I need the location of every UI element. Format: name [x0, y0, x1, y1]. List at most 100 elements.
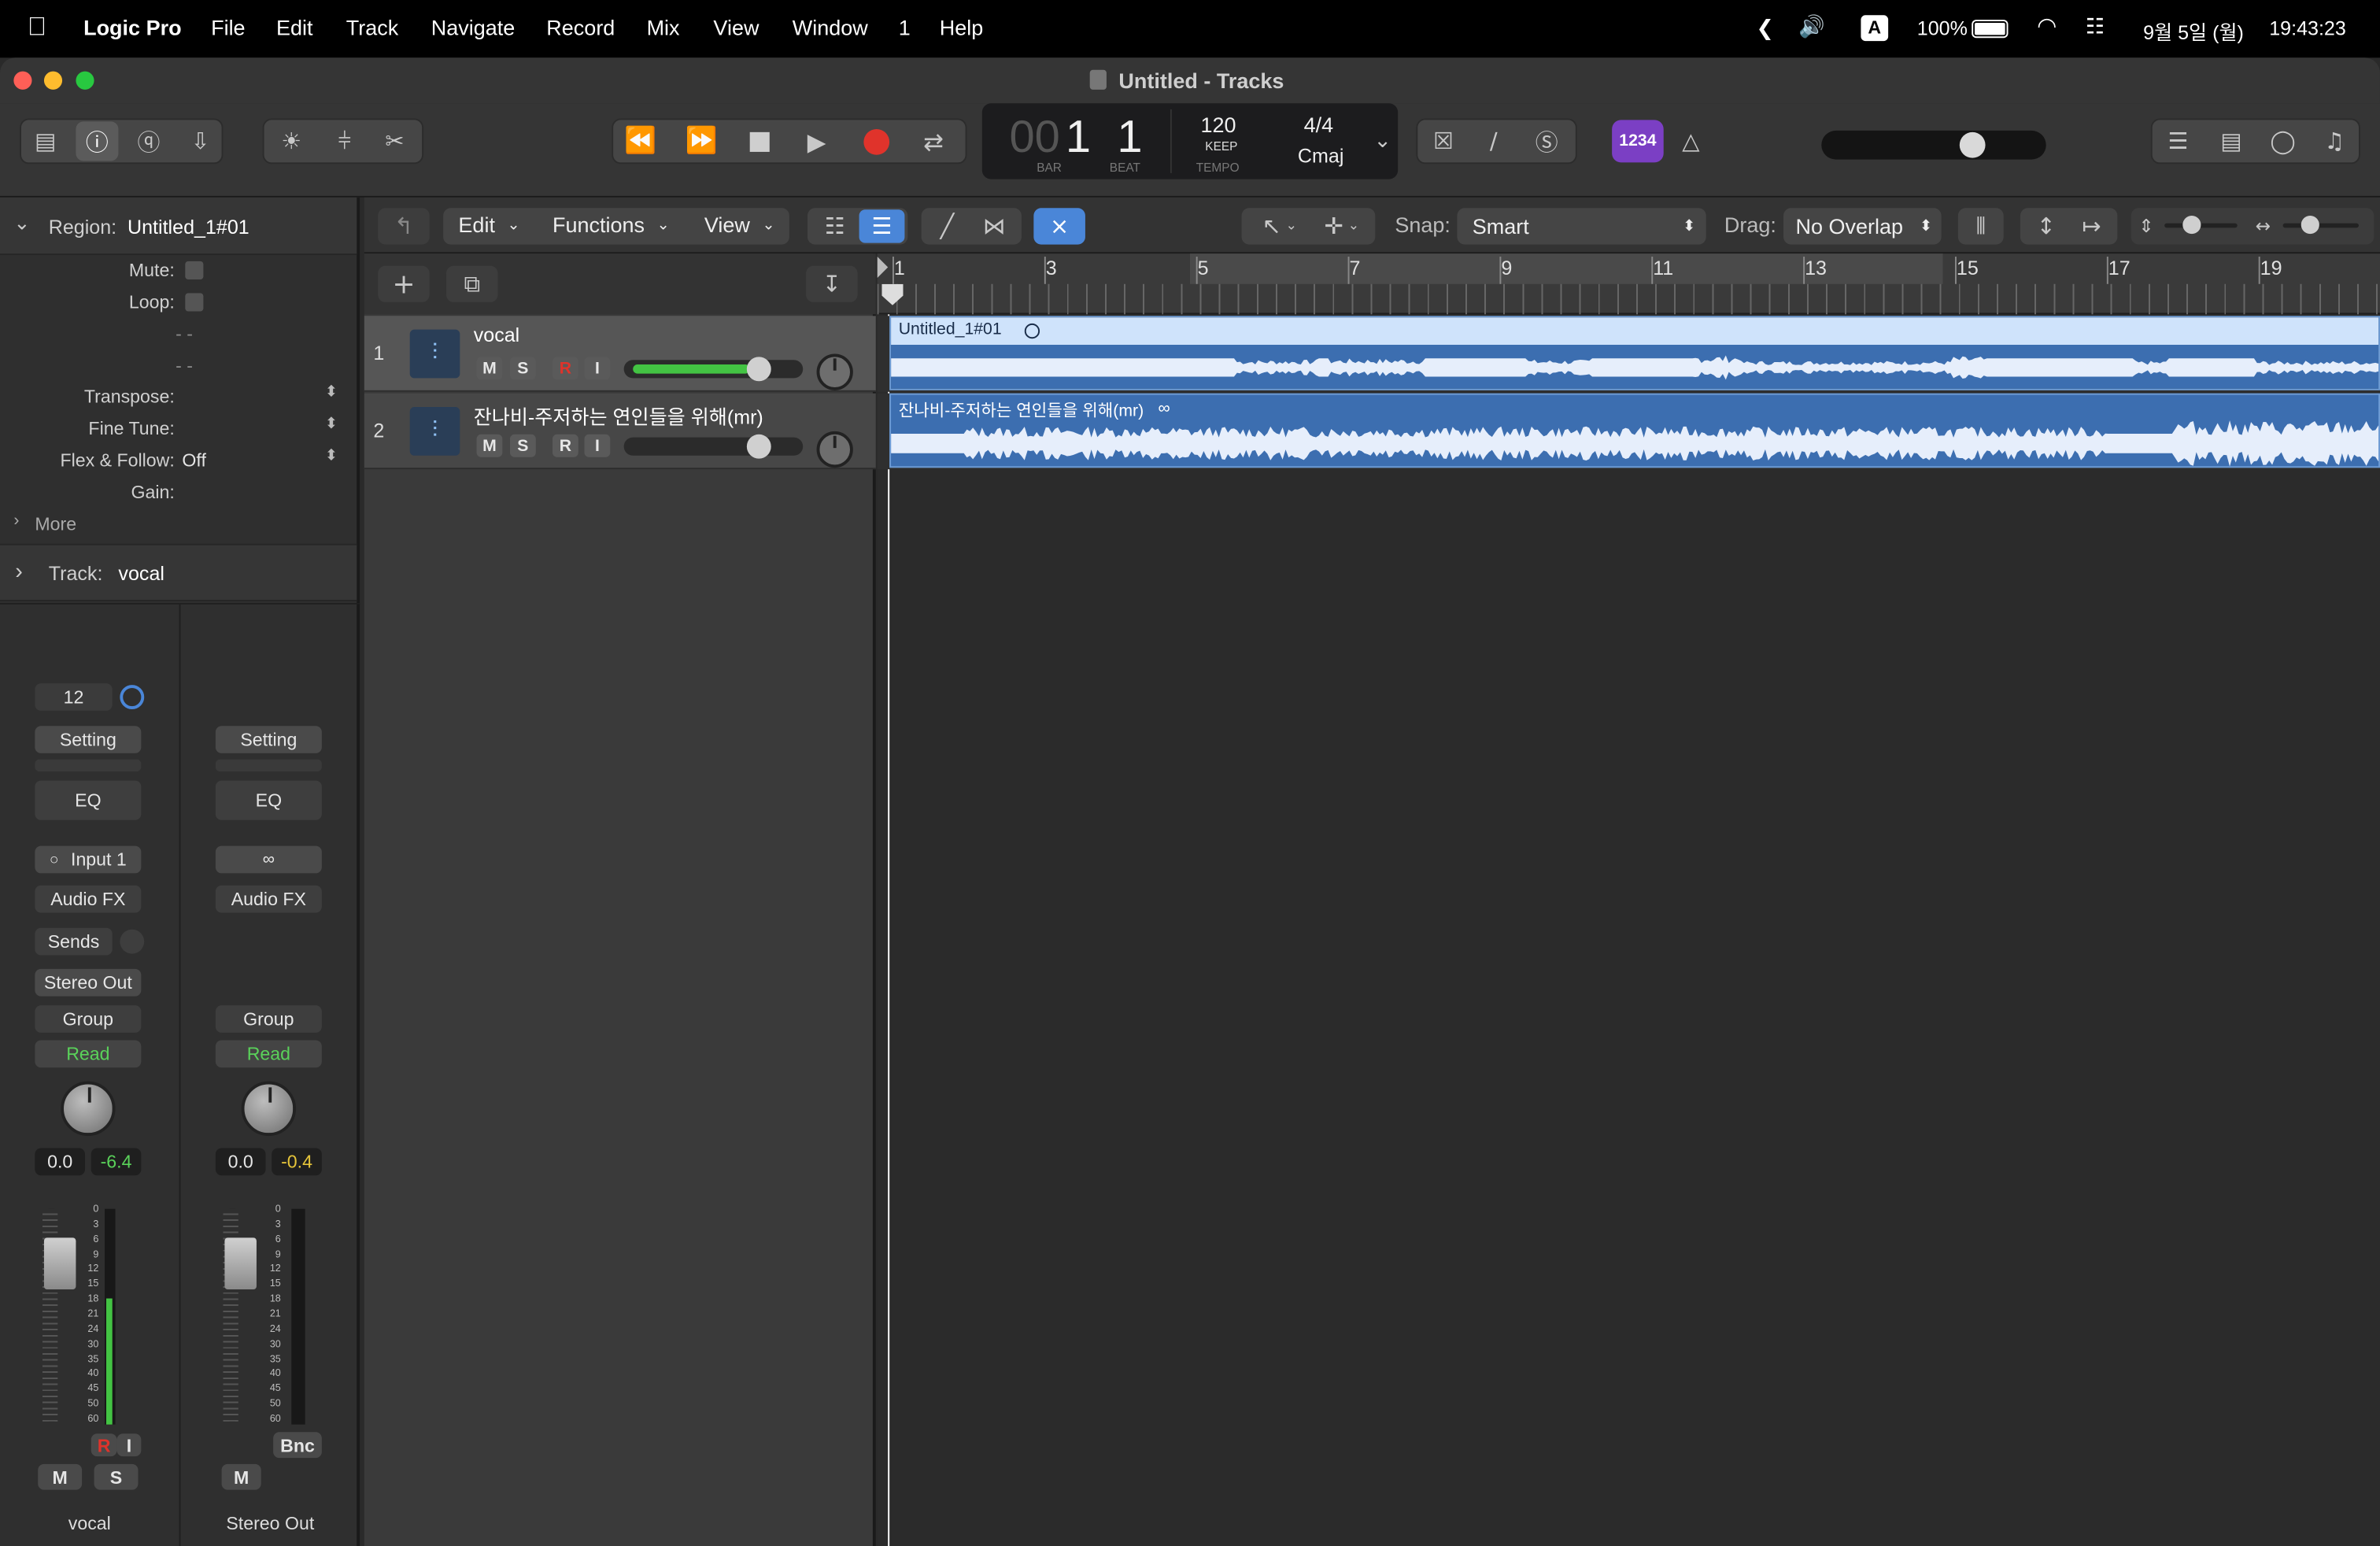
more-label[interactable]: More — [35, 513, 76, 534]
track-1-waveform-icon[interactable]: ⫶ — [409, 329, 460, 379]
close-window-button[interactable] — [13, 71, 32, 90]
strip1-eq-button[interactable]: EQ — [35, 780, 142, 820]
menu-view[interactable]: View — [713, 15, 759, 39]
flex-stepper-icon[interactable]: ⬍ — [325, 448, 338, 464]
cycle-icon[interactable]: ⇄ — [914, 124, 953, 157]
input-source-icon[interactable]: A — [1861, 15, 1889, 42]
menu-mix[interactable]: Mix — [647, 15, 680, 39]
browsers-icon[interactable]: ♫ — [2316, 124, 2352, 157]
inspector-icon[interactable]: ⓘ — [76, 121, 119, 161]
smart-controls-icon[interactable]: ☀ — [273, 124, 309, 157]
pointer-tool-icon[interactable]: ↖︎ ⌄ — [1249, 211, 1310, 242]
menu-edit[interactable]: Edit — [276, 15, 313, 39]
replace-icon[interactable]: ☒ — [1427, 124, 1460, 157]
duplicate-track-icon[interactable]: ⧉ — [445, 265, 498, 302]
strip2-name[interactable]: Stereo Out — [180, 1513, 360, 1534]
waveform-zoom-icon[interactable]: ⫴ — [1957, 208, 2004, 245]
region-inspector-header[interactable]: ⌄ Region: Untitled_1#01 — [0, 197, 357, 256]
time-signature[interactable]: 4/4 — [1304, 113, 1334, 137]
app-menu[interactable]: Logic Pro — [83, 15, 182, 39]
track-1-pan-knob[interactable] — [816, 353, 853, 390]
track-2-waveform-icon[interactable]: ⫶ — [409, 407, 460, 456]
track-2-name[interactable]: 잔나비-주저하는 연인들을 위해(mr) — [474, 401, 763, 430]
cycle-area[interactable] — [1189, 253, 1943, 284]
region-untitled[interactable]: Untitled_1#01 — [889, 316, 2380, 390]
disclosure-down-icon[interactable]: ⌄ — [13, 213, 30, 235]
go-up-icon[interactable]: ↰ — [378, 208, 430, 245]
strip1-gain-slot[interactable] — [35, 759, 142, 772]
disclosure-right-icon[interactable]: › — [15, 559, 23, 585]
mute-checkbox[interactable] — [185, 261, 204, 279]
grid-view-icon[interactable]: ☷ — [814, 211, 856, 242]
strip2-automation-read[interactable]: Read — [215, 1040, 322, 1068]
strip1-setting-button[interactable]: Setting — [35, 726, 142, 753]
record-icon[interactable] — [858, 124, 894, 157]
wifi-icon[interactable]: ◠ — [2037, 12, 2057, 39]
functions-menu[interactable]: Functions ⌄ — [552, 213, 670, 237]
menu-window[interactable]: Window — [793, 15, 868, 39]
lcd-display[interactable]: 00 1 BAR 1 BEAT 120 KEEP TEMPO 4/4 Cmaj … — [981, 103, 1399, 179]
strip1-send-knob[interactable] — [120, 929, 145, 954]
drag-select[interactable]: No Overlap ⬍ — [1783, 208, 1942, 245]
vertical-zoom-icon[interactable]: ⇕ — [2134, 211, 2159, 242]
vertical-fit-icon[interactable]: ↕ — [2025, 211, 2068, 242]
menu-track[interactable]: Track — [346, 15, 399, 39]
library-icon[interactable]: ▤ — [28, 124, 64, 157]
horizontal-zoom-slider[interactable] — [2282, 215, 2359, 235]
view-menu[interactable]: View ⌄ — [704, 213, 775, 237]
track-1-mute-button[interactable]: M — [476, 357, 503, 380]
automation-icon[interactable]: ╱ — [926, 211, 968, 242]
strip2-stereo-link-icon[interactable]: ∞ — [215, 845, 322, 874]
track-1-volume-slider[interactable] — [623, 357, 804, 382]
track-2-pan-knob[interactable] — [816, 431, 853, 468]
note-pad-icon[interactable]: ▤ — [2213, 124, 2249, 157]
menu-record[interactable]: Record — [546, 15, 615, 39]
tracks-area[interactable]: 1 3 5 7 9 11 13 15 17 19 Untitled_1#01 잔나비-주저하는 연… — [877, 253, 2380, 1546]
mixer-icon[interactable]: ⫩ — [327, 124, 363, 157]
track-1-solo-button[interactable]: S — [509, 357, 536, 380]
battery-icon[interactable] — [1972, 20, 2009, 39]
solo-icon[interactable]: Ⓢ — [1530, 124, 1563, 157]
rewind-icon[interactable]: ⏪ — [619, 124, 662, 157]
menu-help[interactable]: Help — [940, 15, 984, 39]
flex-value[interactable]: Off — [182, 449, 205, 471]
apple-icon[interactable]:  — [28, 12, 47, 43]
strip2-fader-cap[interactable] — [224, 1237, 257, 1289]
fast-forward-icon[interactable]: ⏩ — [680, 124, 722, 157]
marquee-tool-icon[interactable]: ✛ ⌄ — [1311, 211, 1372, 242]
strip2-setting-button[interactable]: Setting — [215, 726, 322, 753]
more-chevron-icon[interactable]: › — [13, 512, 19, 530]
strip1-record-button[interactable]: R — [91, 1433, 117, 1457]
menubar-time[interactable]: 19:43:23 — [2269, 17, 2346, 39]
track-2-input-monitor-button[interactable]: I — [584, 434, 611, 457]
snap-select[interactable]: Smart ⬍ — [1457, 208, 1706, 245]
track-2-record-button[interactable]: R — [552, 434, 578, 457]
catch-playhead-icon[interactable]: ⨯ — [1033, 208, 1085, 245]
tempo-value[interactable]: 120 — [1200, 113, 1236, 137]
track-1-record-button[interactable]: R — [552, 357, 578, 380]
vertical-zoom-slider[interactable] — [2164, 215, 2238, 235]
bar-ruler[interactable]: 1 3 5 7 9 11 13 15 17 19 — [877, 253, 2380, 315]
track-2-mute-button[interactable]: M — [476, 434, 503, 457]
strip2-pan-knob[interactable] — [241, 1081, 297, 1137]
minimize-window-button[interactable] — [43, 71, 63, 90]
quick-help-icon[interactable]: ⓠ — [131, 124, 167, 157]
strip1-automation-read[interactable]: Read — [35, 1040, 142, 1068]
menu-file[interactable]: File — [211, 15, 246, 39]
play-icon[interactable]: ▶ — [798, 124, 834, 157]
finetune-stepper-icon[interactable]: ⬍ — [325, 416, 338, 433]
stop-icon[interactable] — [741, 124, 777, 157]
key-signature[interactable]: Cmaj — [1298, 144, 1344, 167]
strip1-sends-slot[interactable]: Sends — [35, 927, 113, 956]
add-track-icon[interactable]: + — [378, 265, 430, 302]
strip1-input-knob-icon[interactable] — [120, 685, 145, 709]
strip2-bounce-button[interactable]: Bnc — [273, 1432, 322, 1459]
count-in-button[interactable]: 1234 — [1612, 120, 1664, 163]
region-janabi[interactable]: 잔나비-주저하는 연인들을 위해(mr) ∞ — [889, 393, 2380, 468]
loop-checkbox[interactable] — [185, 293, 204, 312]
flex-icon[interactable]: ⋈ — [973, 211, 1015, 242]
strip1-pan-knob[interactable] — [61, 1081, 116, 1137]
strip1-audio-fx-slot[interactable]: Audio FX — [35, 885, 142, 913]
horizontal-zoom-icon[interactable]: ↔ — [2251, 211, 2275, 242]
tuning-icon[interactable]: ∕ — [1476, 124, 1510, 157]
